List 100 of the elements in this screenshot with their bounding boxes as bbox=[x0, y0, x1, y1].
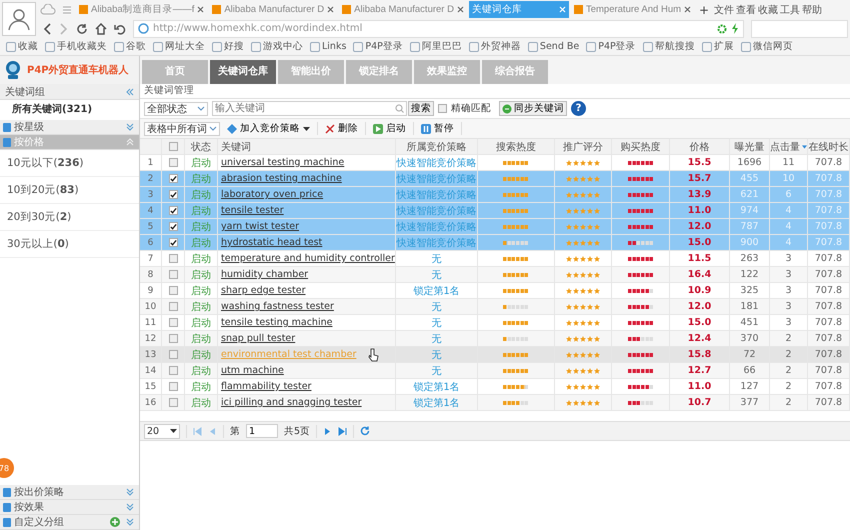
price-range-item[interactable]: 20到30元(2) bbox=[0, 204, 139, 231]
column-header[interactable]: 关键词 bbox=[218, 139, 396, 154]
table-row[interactable]: 5 启动 yarn twist tester 快速智能竞价策略 12.0 787 4 707.8 bbox=[140, 219, 850, 235]
bookmark-item[interactable]: 扩展 bbox=[702, 40, 734, 53]
row-checkbox[interactable] bbox=[168, 254, 178, 263]
chevron-icon[interactable] bbox=[126, 518, 134, 526]
row-checkbox[interactable] bbox=[168, 174, 178, 183]
row-checkbox[interactable] bbox=[168, 206, 178, 215]
row-checkbox[interactable] bbox=[168, 222, 178, 231]
row-checkbox[interactable] bbox=[168, 366, 178, 375]
price-range-item[interactable]: 10到20元(83) bbox=[0, 177, 139, 204]
menu-item[interactable]: 工具 bbox=[780, 2, 800, 16]
select-all-checkbox[interactable] bbox=[168, 142, 178, 151]
scope-select[interactable]: 表格中所有词 bbox=[144, 122, 220, 136]
keyword-link[interactable]: temperature and humidity controller bbox=[221, 253, 395, 264]
table-row[interactable]: 12 启动 snap pull tester 无 12.4 370 2 707.8 bbox=[140, 331, 850, 347]
bookmark-item[interactable]: 外贸神器 bbox=[468, 40, 521, 53]
forward-icon[interactable] bbox=[59, 22, 69, 34]
next-page-icon[interactable] bbox=[323, 426, 332, 436]
sync-keywords-button[interactable]: 同步关键词 bbox=[499, 101, 567, 116]
keyword-link[interactable]: tensile testing machine bbox=[221, 317, 332, 328]
column-header[interactable]: 状态 bbox=[185, 139, 218, 154]
column-header[interactable]: 购买热度 bbox=[612, 139, 670, 154]
bookmark-item[interactable]: 微信网页 bbox=[740, 40, 793, 53]
row-checkbox[interactable] bbox=[168, 350, 178, 359]
cloud-icon[interactable] bbox=[40, 4, 56, 15]
menu-item[interactable]: 帮助 bbox=[802, 2, 822, 16]
checkbox[interactable] bbox=[438, 104, 447, 113]
column-header[interactable]: 在线时长 bbox=[808, 139, 850, 154]
keyword-link[interactable]: abrasion testing machine bbox=[221, 173, 342, 184]
table-row[interactable]: 13 启动 environmental test chamber 无 15.8 72 2 707.8 bbox=[140, 347, 850, 363]
keyword-search-field[interactable]: 输入关键词 bbox=[212, 101, 407, 116]
collapse-icon[interactable] bbox=[126, 88, 134, 96]
bookmark-item[interactable]: 帮航搜搜 bbox=[642, 40, 695, 53]
refresh-icon[interactable] bbox=[360, 426, 370, 436]
price-range-item[interactable]: 10元以下(236) bbox=[0, 150, 139, 177]
add-icon[interactable] bbox=[110, 517, 120, 527]
table-row[interactable]: 16 启动 ici pilling and snagging tester 锁定第1名 10.7 377 2 707.8 bbox=[140, 395, 850, 411]
bookmark-item[interactable]: P4P登录 bbox=[353, 40, 403, 53]
table-row[interactable]: 4 启动 tensile tester 快速智能竞价策略 11.0 974 4 707.8 bbox=[140, 203, 850, 219]
gear-icon[interactable] bbox=[717, 24, 727, 34]
column-header[interactable]: 曝光量 bbox=[730, 139, 770, 154]
delete-button[interactable]: 删除 bbox=[322, 122, 361, 135]
row-checkbox[interactable] bbox=[168, 318, 178, 327]
row-checkbox[interactable] bbox=[168, 398, 178, 407]
table-row[interactable]: 14 启动 utm machine 无 12.7 66 2 707.8 bbox=[140, 363, 850, 379]
table-row[interactable]: 3 启动 laboratory oven price 快速智能竞价策略 13.9 621 6 707.8 bbox=[140, 187, 850, 203]
status-select[interactable]: 全部状态 bbox=[144, 102, 208, 116]
keyword-link[interactable]: washing fastness tester bbox=[221, 301, 334, 312]
bookmark-item[interactable]: 手机收藏夹 bbox=[45, 40, 107, 53]
search-button[interactable]: 搜索 bbox=[408, 101, 434, 116]
previous-page-icon[interactable] bbox=[208, 426, 217, 436]
row-checkbox[interactable] bbox=[168, 270, 178, 279]
close-icon[interactable] bbox=[327, 6, 334, 13]
table-row[interactable]: 1 启动 universal testing machine 快速智能竞价策略 15.5 1696 11 707.8 bbox=[140, 155, 850, 171]
start-button[interactable]: 启动 bbox=[370, 122, 409, 135]
chevron-icon[interactable] bbox=[126, 488, 134, 496]
close-icon[interactable] bbox=[456, 6, 464, 13]
close-icon[interactable] bbox=[684, 6, 692, 13]
table-row[interactable]: 9 启动 sharp edge tester 锁定第1名 10.9 325 3 707.8 bbox=[140, 283, 850, 299]
group-header[interactable]: 按效果 bbox=[0, 500, 139, 515]
keyword-link[interactable]: ici pilling and snagging tester bbox=[221, 397, 362, 408]
row-checkbox[interactable] bbox=[168, 302, 178, 311]
page-number-field[interactable]: 1 bbox=[246, 424, 278, 438]
row-checkbox[interactable] bbox=[168, 158, 178, 167]
menu-item[interactable]: 文件 bbox=[714, 2, 734, 16]
keyword-link[interactable]: utm machine bbox=[221, 365, 284, 376]
lightning-icon[interactable] bbox=[731, 23, 739, 34]
column-header[interactable]: 搜索热度 bbox=[478, 139, 555, 154]
help-button[interactable]: ? bbox=[571, 101, 586, 116]
bookmark-item[interactable]: 谷歌 bbox=[114, 40, 146, 53]
table-row[interactable]: 6 启动 hydrostatic head test 快速智能竞价策略 15.0 900 4 707.8 bbox=[140, 235, 850, 251]
add-strategy-button[interactable]: 加入竞价策略 bbox=[224, 122, 313, 135]
undo-icon[interactable] bbox=[114, 22, 126, 34]
keyword-link[interactable]: laboratory oven price bbox=[221, 189, 324, 200]
bookmark-item[interactable]: P4P登录 bbox=[586, 40, 636, 53]
table-row[interactable]: 2 启动 abrasion testing machine 快速智能竞价策略 15.7 455 10 707.8 bbox=[140, 171, 850, 187]
list-icon[interactable] bbox=[62, 4, 72, 14]
bookmark-item[interactable]: 游戏中心 bbox=[251, 40, 303, 53]
keyword-link[interactable]: yarn twist tester bbox=[221, 221, 300, 232]
column-header[interactable]: 价格 bbox=[670, 139, 730, 154]
row-checkbox[interactable] bbox=[168, 382, 178, 391]
bookmark-item[interactable]: Send Be bbox=[528, 41, 580, 52]
keyword-link[interactable]: sharp edge tester bbox=[221, 285, 306, 296]
menu-item[interactable]: 收藏 bbox=[758, 2, 778, 16]
group-header[interactable]: 按出价策略 bbox=[0, 485, 139, 500]
keyword-link[interactable]: humidity chamber bbox=[221, 269, 308, 280]
chevron-icon[interactable] bbox=[126, 123, 134, 131]
column-header[interactable]: 推广评分 bbox=[555, 139, 612, 154]
column-header[interactable]: 点击量 bbox=[770, 139, 808, 154]
price-range-item[interactable]: 30元以上(0) bbox=[0, 231, 139, 258]
keyword-link[interactable]: flammability tester bbox=[221, 381, 312, 392]
menu-item[interactable]: 查看 bbox=[736, 2, 756, 16]
table-row[interactable]: 7 启动 temperature and humidity controller 无 11.5 263 3 707.8 bbox=[140, 251, 850, 267]
bookmark-item[interactable]: 阿里巴巴 bbox=[410, 40, 462, 53]
bookmark-item[interactable]: 收藏 bbox=[6, 40, 38, 53]
bookmark-item[interactable]: 好搜 bbox=[212, 40, 244, 53]
sort-caret-icon[interactable] bbox=[802, 144, 807, 148]
bookmark-item[interactable]: 网址大全 bbox=[153, 40, 205, 53]
table-row[interactable]: 10 启动 washing fastness tester 无 12.0 181 3 707.8 bbox=[140, 299, 850, 315]
